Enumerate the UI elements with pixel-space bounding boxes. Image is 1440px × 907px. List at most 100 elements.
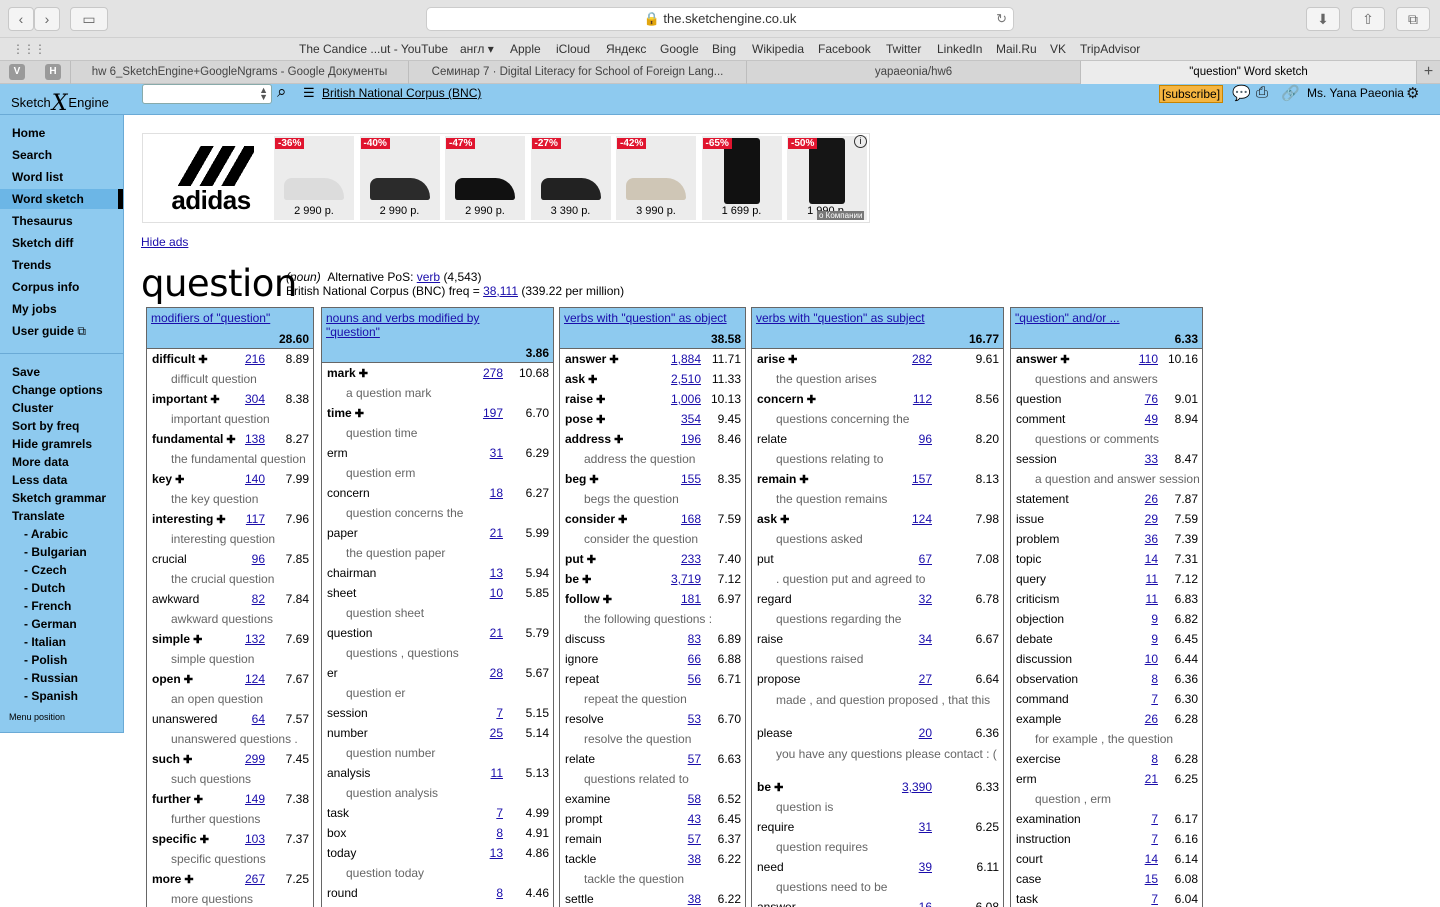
- concordance-example[interactable]: question today: [322, 863, 553, 883]
- concordance-example[interactable]: question time: [322, 423, 553, 443]
- sidebar-action[interactable]: More data: [12, 455, 69, 469]
- collocate-word[interactable]: example: [1016, 709, 1061, 729]
- frequency-link[interactable]: 21: [1145, 769, 1158, 789]
- concordance-example[interactable]: the fundamental question: [147, 449, 313, 469]
- collocate-word[interactable]: be ✚: [757, 777, 783, 798]
- frequency-link[interactable]: 34: [919, 629, 932, 649]
- collocate-word[interactable]: need: [757, 857, 784, 877]
- collocate-word[interactable]: prompt: [565, 809, 602, 829]
- plus-icon[interactable]: ✚: [785, 354, 797, 366]
- concordance-example[interactable]: questions need to be: [752, 877, 1003, 897]
- collocate-word[interactable]: important ✚: [152, 389, 220, 410]
- frequency-link[interactable]: 14: [1145, 549, 1158, 569]
- concordance-example[interactable]: the following questions :: [560, 609, 745, 629]
- collocate-word[interactable]: issue: [1016, 509, 1044, 529]
- sidebar-item[interactable]: Search: [12, 145, 52, 165]
- frequency-link[interactable]: 32: [919, 589, 932, 609]
- frequency-link[interactable]: 38: [688, 849, 701, 869]
- frequency-link[interactable]: 278: [483, 363, 503, 383]
- collocate-word[interactable]: question: [327, 623, 372, 643]
- collocate-word[interactable]: address ✚: [565, 429, 623, 450]
- frequency-link[interactable]: 7: [1151, 809, 1158, 829]
- frequency-link[interactable]: 155: [681, 469, 701, 489]
- frequency-link[interactable]: 96: [919, 429, 932, 449]
- frequency-link[interactable]: 49: [1145, 409, 1158, 429]
- gramrel-title-link[interactable]: modifiers of "question": [151, 311, 270, 325]
- ad-product[interactable]: -50%1 990 р.: [787, 136, 867, 220]
- collocate-word[interactable]: answer: [757, 897, 796, 907]
- frequency-link[interactable]: 7: [1151, 829, 1158, 849]
- collocate-word[interactable]: specific ✚: [152, 829, 209, 850]
- collocate-word[interactable]: round: [327, 883, 358, 903]
- collocate-word[interactable]: examination: [1016, 809, 1081, 829]
- collocate-word[interactable]: session: [327, 703, 368, 723]
- frequency-link[interactable]: 7: [496, 803, 503, 823]
- frequency-link[interactable]: 10: [490, 583, 503, 603]
- concordance-example[interactable]: questions , questions: [322, 643, 553, 663]
- sidebar-toggle-icon[interactable]: ▭: [70, 7, 108, 31]
- concordance-example[interactable]: question concerns the: [322, 503, 553, 523]
- plus-icon[interactable]: ✚: [356, 368, 368, 380]
- collocate-word[interactable]: statement: [1016, 489, 1069, 509]
- collocate-word[interactable]: er: [327, 663, 338, 683]
- concordance-example[interactable]: questions asked: [752, 529, 1003, 549]
- collocate-word[interactable]: interesting ✚: [152, 509, 226, 530]
- concordance-example[interactable]: questions or comments: [1011, 429, 1202, 449]
- new-tab-icon[interactable]: +: [1416, 61, 1440, 84]
- frequency-link[interactable]: 21: [490, 623, 503, 643]
- collocate-word[interactable]: session: [1016, 449, 1057, 469]
- collocate-word[interactable]: follow ✚: [565, 589, 612, 610]
- grid-icon[interactable]: ⋮⋮⋮: [12, 42, 46, 56]
- collocate-word[interactable]: put: [757, 549, 774, 569]
- collocate-word[interactable]: task: [1016, 889, 1038, 907]
- collocate-word[interactable]: remain: [565, 829, 602, 849]
- frequency-link[interactable]: 8: [1151, 669, 1158, 689]
- frequency-link[interactable]: 26: [1145, 709, 1158, 729]
- frequency-link[interactable]: 233: [681, 549, 701, 569]
- frequency-link[interactable]: 124: [245, 669, 265, 689]
- gramrel-title-link[interactable]: verbs with "question" as subject: [756, 311, 925, 325]
- collocate-word[interactable]: today: [327, 843, 356, 863]
- concordance-example[interactable]: for example , the question: [1011, 729, 1202, 749]
- collocate-word[interactable]: relate: [757, 429, 787, 449]
- bookmark-link[interactable]: англ ▾: [460, 42, 494, 56]
- frequency-link[interactable]: 3,719: [671, 569, 701, 589]
- frequency-link[interactable]: 2,510: [671, 369, 701, 389]
- sidebar-item[interactable]: Word list: [12, 167, 63, 187]
- downloads-icon[interactable]: ⬇: [1306, 7, 1340, 31]
- collocate-word[interactable]: observation: [1016, 669, 1078, 689]
- collocate-word[interactable]: awkward: [152, 589, 199, 609]
- translate-language[interactable]: - Italian: [24, 635, 66, 649]
- collocate-word[interactable]: ask ✚: [565, 369, 597, 390]
- collocate-word[interactable]: ignore: [565, 649, 598, 669]
- collocate-word[interactable]: box: [327, 823, 346, 843]
- sidebar-action[interactable]: Sort by freq: [12, 419, 79, 433]
- bookmark-link[interactable]: VK: [1050, 42, 1066, 56]
- frequency-link[interactable]: 8: [496, 883, 503, 903]
- gramrel-title-link[interactable]: verbs with "question" as object: [564, 311, 727, 325]
- sidebar-item[interactable]: Word sketch: [0, 189, 123, 209]
- plus-icon[interactable]: ✚: [586, 474, 598, 486]
- concordance-example[interactable]: question analysis: [322, 783, 553, 803]
- concordance-example[interactable]: interesting question: [147, 529, 313, 549]
- collocate-word[interactable]: topic: [1016, 549, 1041, 569]
- tab[interactable]: hw 6_SketchEngine+GoogleNgrams - Google …: [70, 61, 408, 84]
- back-button[interactable]: ‹: [8, 7, 34, 31]
- adidas-logo[interactable]: adidas: [157, 146, 265, 214]
- collocate-word[interactable]: crucial: [152, 549, 187, 569]
- collocate-word[interactable]: examine: [565, 789, 610, 809]
- translate-language[interactable]: - Dutch: [24, 581, 65, 595]
- frequency-link[interactable]: 66: [688, 649, 701, 669]
- frequency-link[interactable]: 7: [1151, 889, 1158, 907]
- chat-icon[interactable]: 💬: [1232, 84, 1251, 102]
- collocate-word[interactable]: please: [757, 723, 792, 743]
- frequency-link[interactable]: 117: [246, 509, 265, 529]
- concordance-example[interactable]: the question paper: [322, 543, 553, 563]
- collocate-word[interactable]: raise: [757, 629, 783, 649]
- frequency-link[interactable]: 140: [245, 469, 265, 489]
- collocate-word[interactable]: arise ✚: [757, 349, 797, 370]
- frequency-link[interactable]: 10: [1145, 649, 1158, 669]
- concordance-example[interactable]: begs the question: [560, 489, 745, 509]
- frequency-link[interactable]: 11: [491, 763, 503, 783]
- frequency-link[interactable]: 11: [1146, 569, 1158, 589]
